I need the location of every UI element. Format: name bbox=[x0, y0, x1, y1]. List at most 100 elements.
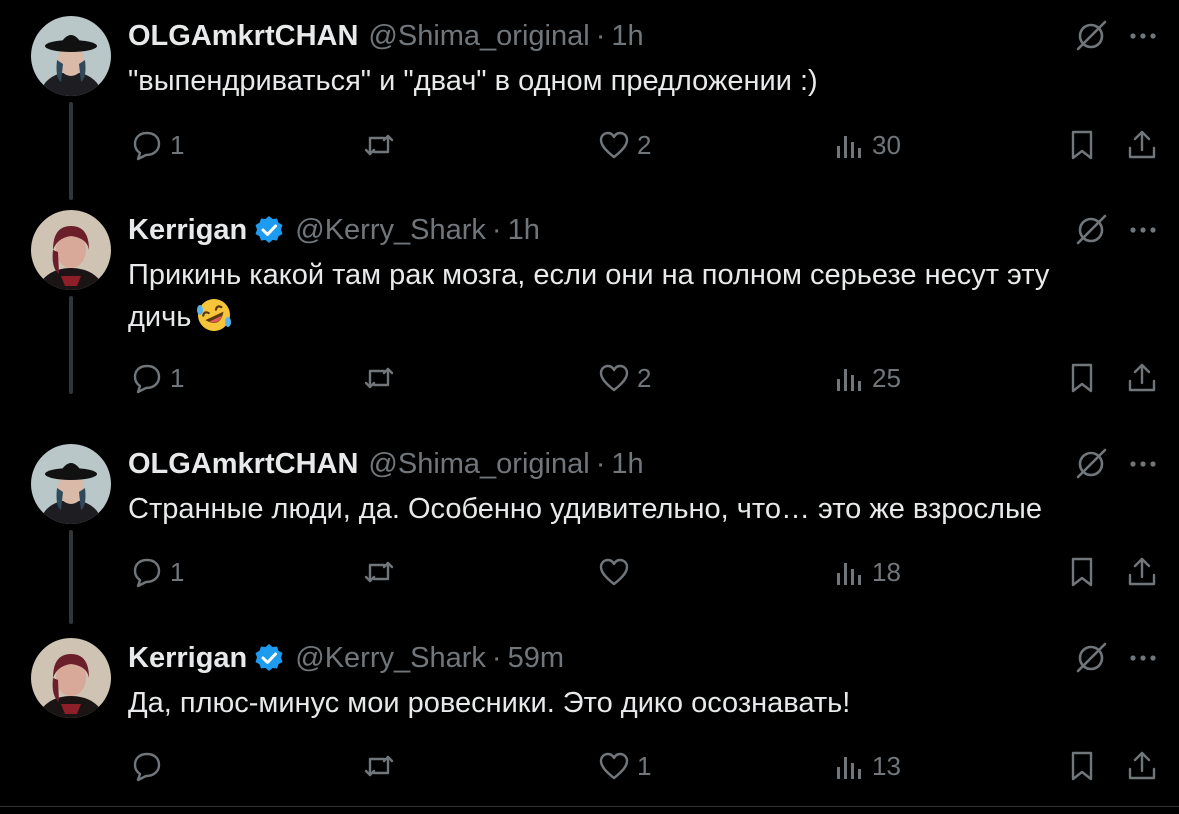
share-icon bbox=[1128, 557, 1156, 586]
views-icon bbox=[837, 136, 861, 158]
more-icon[interactable] bbox=[1124, 639, 1162, 677]
grok-icon[interactable] bbox=[1072, 17, 1110, 55]
avatar[interactable] bbox=[31, 16, 111, 96]
retweet-button[interactable] bbox=[362, 550, 402, 594]
timestamp[interactable]: 59m bbox=[508, 642, 564, 675]
action-bar: 1 2 30 bbox=[0, 123, 1179, 167]
retweet-icon bbox=[364, 134, 394, 156]
display-name[interactable]: Kerrigan bbox=[128, 214, 247, 247]
share-icon bbox=[1128, 751, 1156, 780]
share-icon bbox=[1128, 130, 1156, 159]
view-count: 30 bbox=[872, 129, 901, 160]
avatar[interactable] bbox=[31, 444, 111, 524]
separator: · bbox=[491, 641, 502, 674]
timestamp[interactable]: 1h bbox=[508, 214, 540, 247]
like-count: 2 bbox=[637, 129, 652, 160]
bookmark-icon bbox=[1071, 363, 1093, 393]
reply-icon bbox=[133, 752, 161, 782]
tweet-text: Да, плюс-минус мои ровесники. Это дико о… bbox=[128, 687, 851, 719]
like-count: 2 bbox=[637, 362, 652, 393]
user-handle[interactable]: @Shima_original bbox=[368, 20, 589, 53]
tweet-header: OLGAmkrtCHAN @Shima_original · 1h bbox=[128, 444, 644, 484]
reply-icon bbox=[133, 558, 161, 588]
grok-icon[interactable] bbox=[1072, 211, 1110, 249]
retweet-icon bbox=[364, 561, 394, 583]
views-button[interactable]: 18 bbox=[832, 550, 901, 594]
tweet-header: Kerrigan @Kerry_Shark · 1h bbox=[128, 210, 540, 250]
tweet-text: "выпендриваться" и "двач" в одном предло… bbox=[128, 65, 818, 97]
heart-icon bbox=[599, 131, 629, 159]
reply-count: 1 bbox=[170, 362, 185, 393]
views-icon bbox=[837, 563, 861, 585]
share-button[interactable] bbox=[1125, 744, 1159, 788]
display-name[interactable]: OLGAmkrtCHAN bbox=[128, 20, 358, 53]
user-handle[interactable]: @Kerry_Shark bbox=[295, 214, 486, 247]
reply-count: 1 bbox=[170, 556, 185, 587]
views-button[interactable]: 30 bbox=[832, 123, 901, 167]
retweet-button[interactable] bbox=[362, 123, 402, 167]
verified-badge-icon bbox=[253, 642, 285, 674]
tweet-text: Прикинь какой там рак мозга, если они на… bbox=[128, 254, 1118, 338]
user-handle[interactable]: @Kerry_Shark bbox=[295, 642, 486, 675]
bookmark-icon bbox=[1071, 130, 1093, 160]
divider bbox=[0, 806, 1179, 807]
bookmark-button[interactable] bbox=[1065, 356, 1099, 400]
view-count: 18 bbox=[872, 556, 901, 587]
reply-count: 1 bbox=[170, 129, 185, 160]
heart-icon bbox=[599, 558, 629, 586]
bookmark-button[interactable] bbox=[1065, 123, 1099, 167]
share-button[interactable] bbox=[1125, 356, 1159, 400]
views-icon bbox=[837, 757, 861, 779]
bookmark-button[interactable] bbox=[1065, 744, 1099, 788]
bookmark-icon bbox=[1071, 751, 1093, 781]
reply-icon bbox=[133, 131, 161, 161]
views-icon bbox=[837, 369, 861, 391]
views-button[interactable]: 13 bbox=[832, 744, 901, 788]
like-button[interactable]: 1 bbox=[597, 744, 651, 788]
reply-icon bbox=[133, 364, 161, 394]
share-button[interactable] bbox=[1125, 123, 1159, 167]
bookmark-button[interactable] bbox=[1065, 550, 1099, 594]
heart-icon bbox=[599, 364, 629, 392]
separator: · bbox=[595, 447, 606, 480]
display-name[interactable]: OLGAmkrtCHAN bbox=[128, 448, 358, 481]
like-button[interactable]: 2 bbox=[597, 123, 651, 167]
retweet-icon bbox=[364, 367, 394, 389]
tweet-header: OLGAmkrtCHAN @Shima_original · 1h bbox=[128, 16, 644, 56]
views-button[interactable]: 25 bbox=[832, 356, 901, 400]
more-icon[interactable] bbox=[1124, 445, 1162, 483]
retweet-button[interactable] bbox=[362, 744, 402, 788]
separator: · bbox=[595, 19, 606, 52]
timestamp[interactable]: 1h bbox=[611, 20, 643, 53]
tweet-text-content: Прикинь какой там рак мозга, если они на… bbox=[128, 259, 1050, 333]
retweet-icon bbox=[364, 755, 394, 777]
more-icon[interactable] bbox=[1124, 17, 1162, 55]
user-handle[interactable]: @Shima_original bbox=[368, 448, 589, 481]
display-name[interactable]: Kerrigan bbox=[128, 642, 247, 675]
reply-button[interactable]: 1 bbox=[130, 356, 184, 400]
avatar[interactable] bbox=[31, 210, 111, 290]
timestamp[interactable]: 1h bbox=[611, 448, 643, 481]
action-bar: 1 2 25 bbox=[0, 356, 1179, 400]
separator: · bbox=[491, 213, 502, 246]
action-bar: 1 13 bbox=[0, 744, 1179, 788]
share-icon bbox=[1128, 363, 1156, 392]
like-button[interactable] bbox=[597, 550, 637, 594]
rolling-on-floor-laughing-icon bbox=[195, 296, 233, 334]
reply-button[interactable]: 1 bbox=[130, 550, 184, 594]
share-button[interactable] bbox=[1125, 550, 1159, 594]
like-count: 1 bbox=[637, 750, 652, 781]
reply-button[interactable] bbox=[130, 744, 170, 788]
like-button[interactable]: 2 bbox=[597, 356, 651, 400]
action-bar: 1 18 bbox=[0, 550, 1179, 594]
heart-icon bbox=[599, 752, 629, 780]
verified-badge-icon bbox=[253, 214, 285, 246]
grok-icon[interactable] bbox=[1072, 639, 1110, 677]
more-icon[interactable] bbox=[1124, 211, 1162, 249]
reply-button[interactable]: 1 bbox=[130, 123, 184, 167]
tweet-header: Kerrigan @Kerry_Shark · 59m bbox=[128, 638, 564, 678]
grok-icon[interactable] bbox=[1072, 445, 1110, 483]
avatar[interactable] bbox=[31, 638, 111, 718]
retweet-button[interactable] bbox=[362, 356, 402, 400]
view-count: 13 bbox=[872, 750, 901, 781]
